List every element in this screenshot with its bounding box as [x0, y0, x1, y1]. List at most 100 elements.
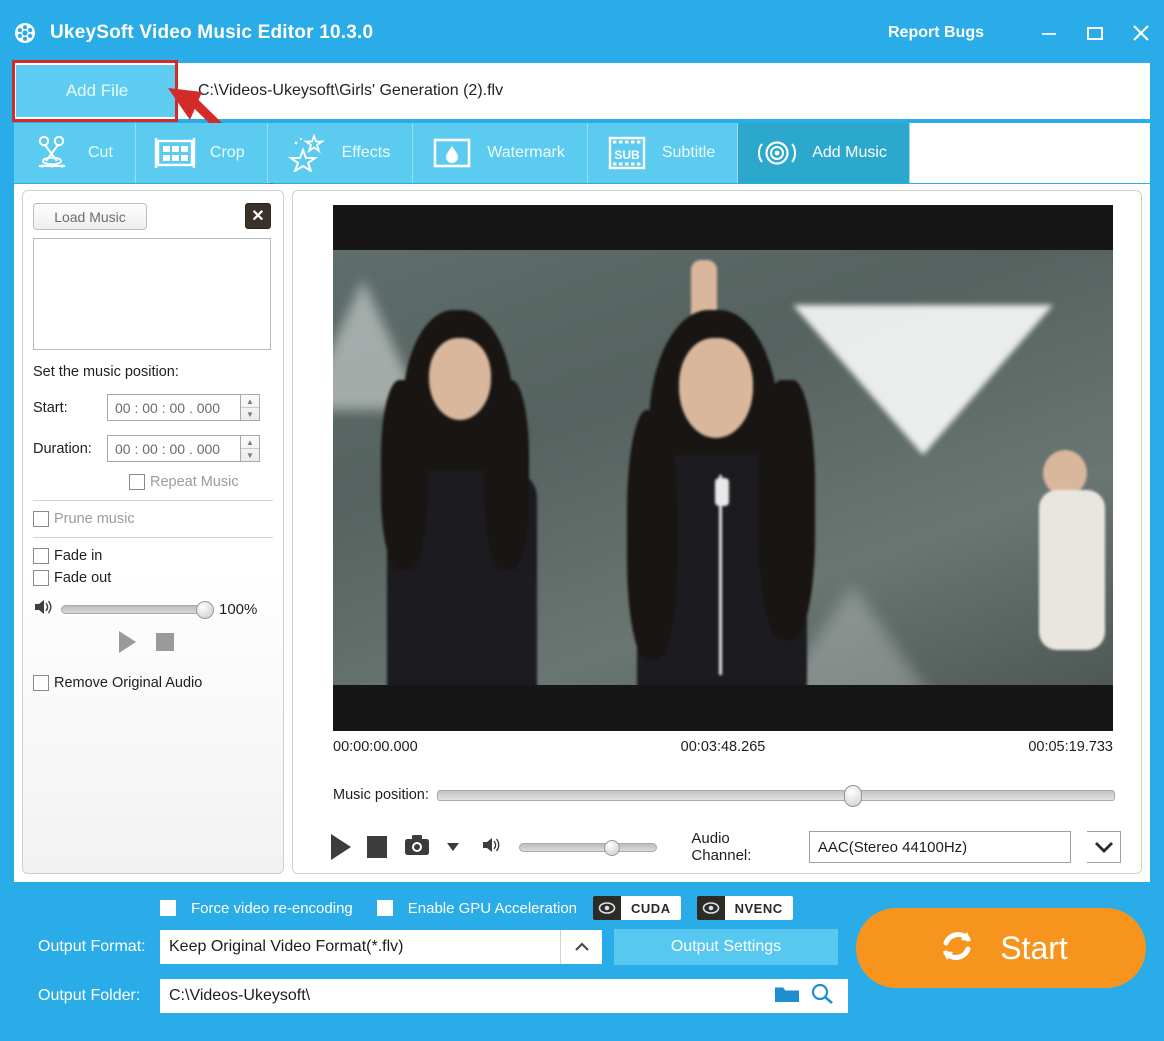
duration-time-input[interactable]: 00 : 00 : 00 . 000 — [107, 435, 241, 462]
editor-body: Load Music ✕ Set the music position: Sta… — [14, 184, 1150, 882]
preview-volume-knob[interactable] — [603, 839, 620, 856]
video-frame-content — [333, 250, 1113, 685]
start-label: Start: — [33, 399, 68, 416]
tab-effects[interactable]: Effects — [268, 123, 414, 183]
music-list-box[interactable] — [33, 238, 271, 350]
tab-cut[interactable]: Cut — [14, 123, 136, 183]
start-time-stepper[interactable]: ▲ ▼ — [241, 394, 260, 421]
report-bugs-link[interactable]: Report Bugs — [888, 24, 984, 42]
performer-arm — [1023, 450, 1113, 650]
title-bar-actions: Report Bugs — [888, 0, 1164, 66]
droplet-icon — [431, 134, 473, 172]
bottom-bar: Force video re-encoding Enable GPU Accel… — [0, 884, 1164, 1041]
repeat-music-checkbox[interactable] — [129, 474, 145, 490]
performer-figure — [373, 310, 573, 685]
stop-icon[interactable] — [367, 836, 387, 858]
prune-music-checkbox[interactable] — [33, 511, 49, 527]
folder-icon[interactable] — [774, 984, 800, 1009]
play-icon[interactable] — [331, 834, 351, 860]
nvidia-eye-icon — [593, 896, 622, 920]
repeat-music-row: Repeat Music — [129, 474, 283, 490]
video-preview[interactable] — [333, 205, 1113, 731]
start-button-label: Start — [1000, 929, 1068, 966]
music-volume-value: 100% — [219, 601, 258, 618]
preview-volume-slider[interactable] — [518, 839, 658, 856]
close-icon[interactable] — [1118, 12, 1164, 54]
crop-frame-icon — [154, 134, 196, 172]
output-format-input[interactable]: Keep Original Video Format(*.flv) — [160, 930, 560, 964]
camera-icon[interactable] — [403, 833, 431, 862]
tab-add-music[interactable]: Add Music — [738, 123, 910, 183]
music-position-row: Music position: — [333, 784, 1115, 807]
music-volume-knob[interactable] — [196, 601, 214, 619]
music-position-slider[interactable] — [436, 784, 1115, 807]
nvenc-badge[interactable]: NVENC — [696, 896, 793, 920]
speaker-icon — [33, 598, 53, 621]
app-title: UkeySoft Video Music Editor 10.3.0 — [50, 22, 374, 43]
minimize-icon[interactable] — [1026, 12, 1072, 54]
caret-up-icon[interactable] — [560, 930, 602, 964]
cuda-badge[interactable]: CUDA — [593, 896, 681, 920]
timeline-labels: 00:00:00.000 00:03:48.265 00:05:19.733 — [333, 739, 1113, 755]
timeline-middle-label: 00:03:48.265 — [680, 739, 766, 755]
speaker-ring-icon — [756, 134, 798, 172]
music-settings-panel: Load Music ✕ Set the music position: Sta… — [22, 190, 284, 874]
music-position-knob[interactable] — [843, 784, 862, 807]
output-settings-button[interactable]: Output Settings — [614, 929, 838, 965]
nvidia-eye-icon — [696, 896, 725, 920]
tab-watermark[interactable]: Watermark — [413, 123, 588, 183]
cuda-label: CUDA — [631, 900, 671, 916]
repeat-music-label: Repeat Music — [150, 474, 239, 490]
start-time-input[interactable]: 00 : 00 : 00 . 000 — [107, 394, 241, 421]
output-format-label: Output Format: — [38, 938, 146, 955]
audio-channel-select[interactable]: AAC(Stereo 44100Hz) — [808, 831, 1072, 863]
caret-down-icon[interactable] — [446, 843, 459, 851]
music-volume-row: 100% — [33, 598, 283, 621]
maximize-icon[interactable] — [1072, 12, 1118, 54]
chevron-down-icon[interactable] — [1087, 831, 1121, 863]
enable-gpu-label: Enable GPU Acceleration — [407, 899, 578, 917]
load-music-button[interactable]: Load Music — [33, 203, 147, 230]
timeline-end-label: 00:05:19.733 — [1028, 739, 1113, 755]
sub-filmstrip-icon: SUB — [606, 134, 648, 172]
output-folder-label: Output Folder: — [38, 987, 141, 1004]
tab-crop[interactable]: Crop — [136, 123, 268, 183]
duration-time-stepper[interactable]: ▲ ▼ — [241, 435, 260, 462]
editor-tab-bar: Cut Crop Effects Watermark SUB Subtitle … — [14, 123, 1150, 183]
fade-in-label: Fade in — [54, 548, 103, 564]
title-bar: UkeySoft Video Music Editor 10.3.0 Repor… — [0, 0, 1164, 66]
close-icon[interactable]: ✕ — [245, 203, 271, 229]
prune-music-label: Prune music — [54, 511, 135, 527]
force-reencoding-label: Force video re-encoding — [191, 899, 353, 917]
tab-label: Cut — [88, 144, 113, 161]
music-volume-slider[interactable] — [61, 601, 214, 619]
film-reel-icon — [12, 20, 38, 46]
music-transport-controls — [119, 631, 283, 653]
svg-text:SUB: SUB — [614, 148, 640, 162]
audio-channel-label: Audio Channel: — [691, 830, 752, 864]
duration-label: Duration: — [33, 440, 92, 457]
tab-subtitle[interactable]: SUB Subtitle — [588, 123, 739, 183]
fade-in-checkbox[interactable] — [33, 548, 49, 564]
preview-panel: 00:00:00.000 00:03:48.265 00:05:19.733 M… — [292, 190, 1142, 874]
magnifier-icon[interactable] — [810, 983, 834, 1010]
divider — [33, 537, 273, 538]
enable-gpu-checkbox[interactable] — [376, 900, 393, 916]
encoding-options-row: Force video re-encoding Enable GPU Accel… — [160, 896, 793, 920]
tab-label: Watermark — [487, 144, 565, 161]
remove-original-audio-checkbox[interactable] — [33, 675, 49, 691]
force-reencoding-checkbox[interactable] — [160, 900, 176, 916]
stop-icon[interactable] — [156, 633, 174, 651]
music-panel-header: Load Music ✕ — [23, 191, 283, 230]
start-button[interactable]: Start — [856, 908, 1146, 988]
output-folder-row: Output Folder: C:\Videos-Ukeysoft\ — [38, 979, 848, 1013]
play-icon[interactable] — [119, 631, 136, 653]
remove-original-audio-row: Remove Original Audio — [33, 675, 283, 691]
add-file-button[interactable]: Add File — [16, 65, 178, 117]
fade-out-checkbox[interactable] — [33, 570, 49, 586]
output-folder-input[interactable]: C:\Videos-Ukeysoft\ — [160, 979, 760, 1013]
prune-music-row: Prune music — [33, 511, 283, 527]
timeline-start-label: 00:00:00.000 — [333, 739, 418, 755]
output-folder-actions — [760, 979, 848, 1013]
set-music-position-label: Set the music position: — [33, 364, 179, 380]
